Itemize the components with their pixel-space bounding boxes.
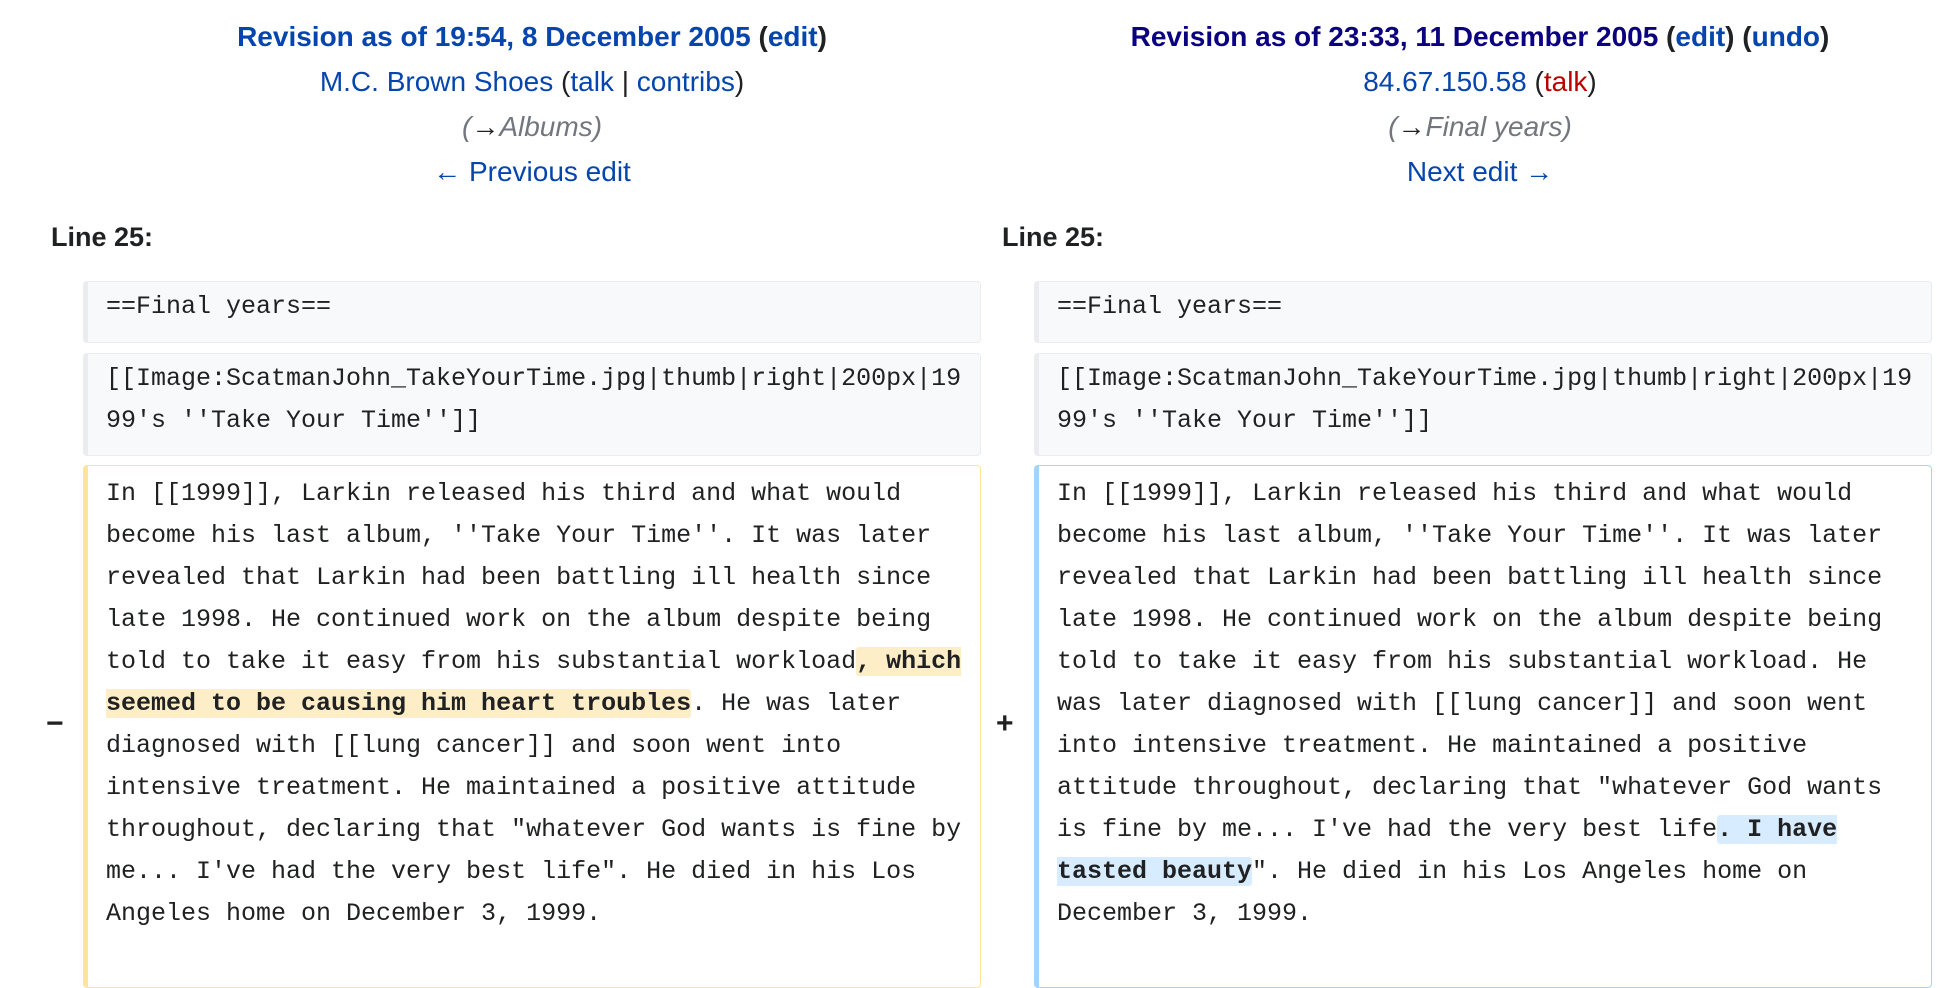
new-revision-header: Revision as of 23:33, 11 December 2005 (… [1000, 14, 1954, 194]
section-arrow-link[interactable]: → [471, 111, 499, 142]
added-line: In [[1999]], Larkin released his third a… [1034, 465, 1932, 988]
added-text-unchanged-start: In [[1999]], Larkin released his third a… [1057, 479, 1883, 844]
deleted-text-unchanged-start: In [[1999]], Larkin released his third a… [106, 479, 932, 676]
new-context-line-2: [[Image:ScatmanJohn_TakeYourTime.jpg|thu… [1034, 353, 1932, 456]
new-revision-summary: (→Final years) [1388, 111, 1572, 142]
next-edit-link[interactable]: Next edit → [1407, 156, 1553, 187]
new-revision-user-link[interactable]: 84.67.150.58 [1363, 66, 1527, 97]
old-revision-summary-section: Albums [499, 111, 593, 142]
new-revision-user-line: 84.67.150.58 (talk) [1363, 66, 1597, 97]
old-context-line-1: ==Final years== [83, 281, 981, 343]
old-revision-contribs-link[interactable]: contribs [637, 66, 735, 97]
old-revision-header: Revision as of 19:54, 8 December 2005 (e… [52, 14, 1012, 194]
undo-link[interactable]: undo [1752, 21, 1820, 52]
old-revision-link[interactable]: Revision as of 19:54, 8 December 2005 [237, 21, 751, 52]
added-line-marker: + [996, 707, 1014, 740]
deleted-text-unchanged-end: . He was later diagnosed with [[lung can… [106, 689, 962, 928]
old-revision-talk-link[interactable]: talk [570, 66, 614, 97]
new-line-number: Line 25: [1002, 222, 1105, 252]
new-revision-summary-section: Final years [1425, 111, 1563, 142]
old-revision-edit-link[interactable]: edit [768, 21, 818, 52]
user-links-separator: | [621, 66, 629, 97]
old-line-number: Line 25: [51, 222, 154, 252]
old-revision-user-link[interactable]: M.C. Brown Shoes [320, 66, 553, 97]
old-context-line-2: [[Image:ScatmanJohn_TakeYourTime.jpg|thu… [83, 353, 981, 456]
new-revision-title: Revision as of 23:33, 11 December 2005 (… [1130, 21, 1830, 52]
old-revision-title: Revision as of 19:54, 8 December 2005 (e… [237, 21, 827, 52]
new-revision-link[interactable]: Revision as of 23:33, 11 December 2005 [1131, 21, 1659, 52]
new-context-line-1: ==Final years== [1034, 281, 1932, 343]
new-revision-talk-link[interactable]: talk [1544, 66, 1588, 97]
deleted-line-marker: − [46, 707, 64, 740]
new-revision-edit-link[interactable]: edit [1675, 21, 1725, 52]
deleted-line: In [[1999]], Larkin released his third a… [83, 465, 981, 988]
section-arrow-link[interactable]: → [1398, 111, 1426, 142]
old-revision-summary: (→Albums) [461, 111, 603, 142]
old-revision-user-line: M.C. Brown Shoes (talk | contribs) [319, 66, 745, 97]
previous-edit-link[interactable]: ← Previous edit [433, 156, 631, 187]
